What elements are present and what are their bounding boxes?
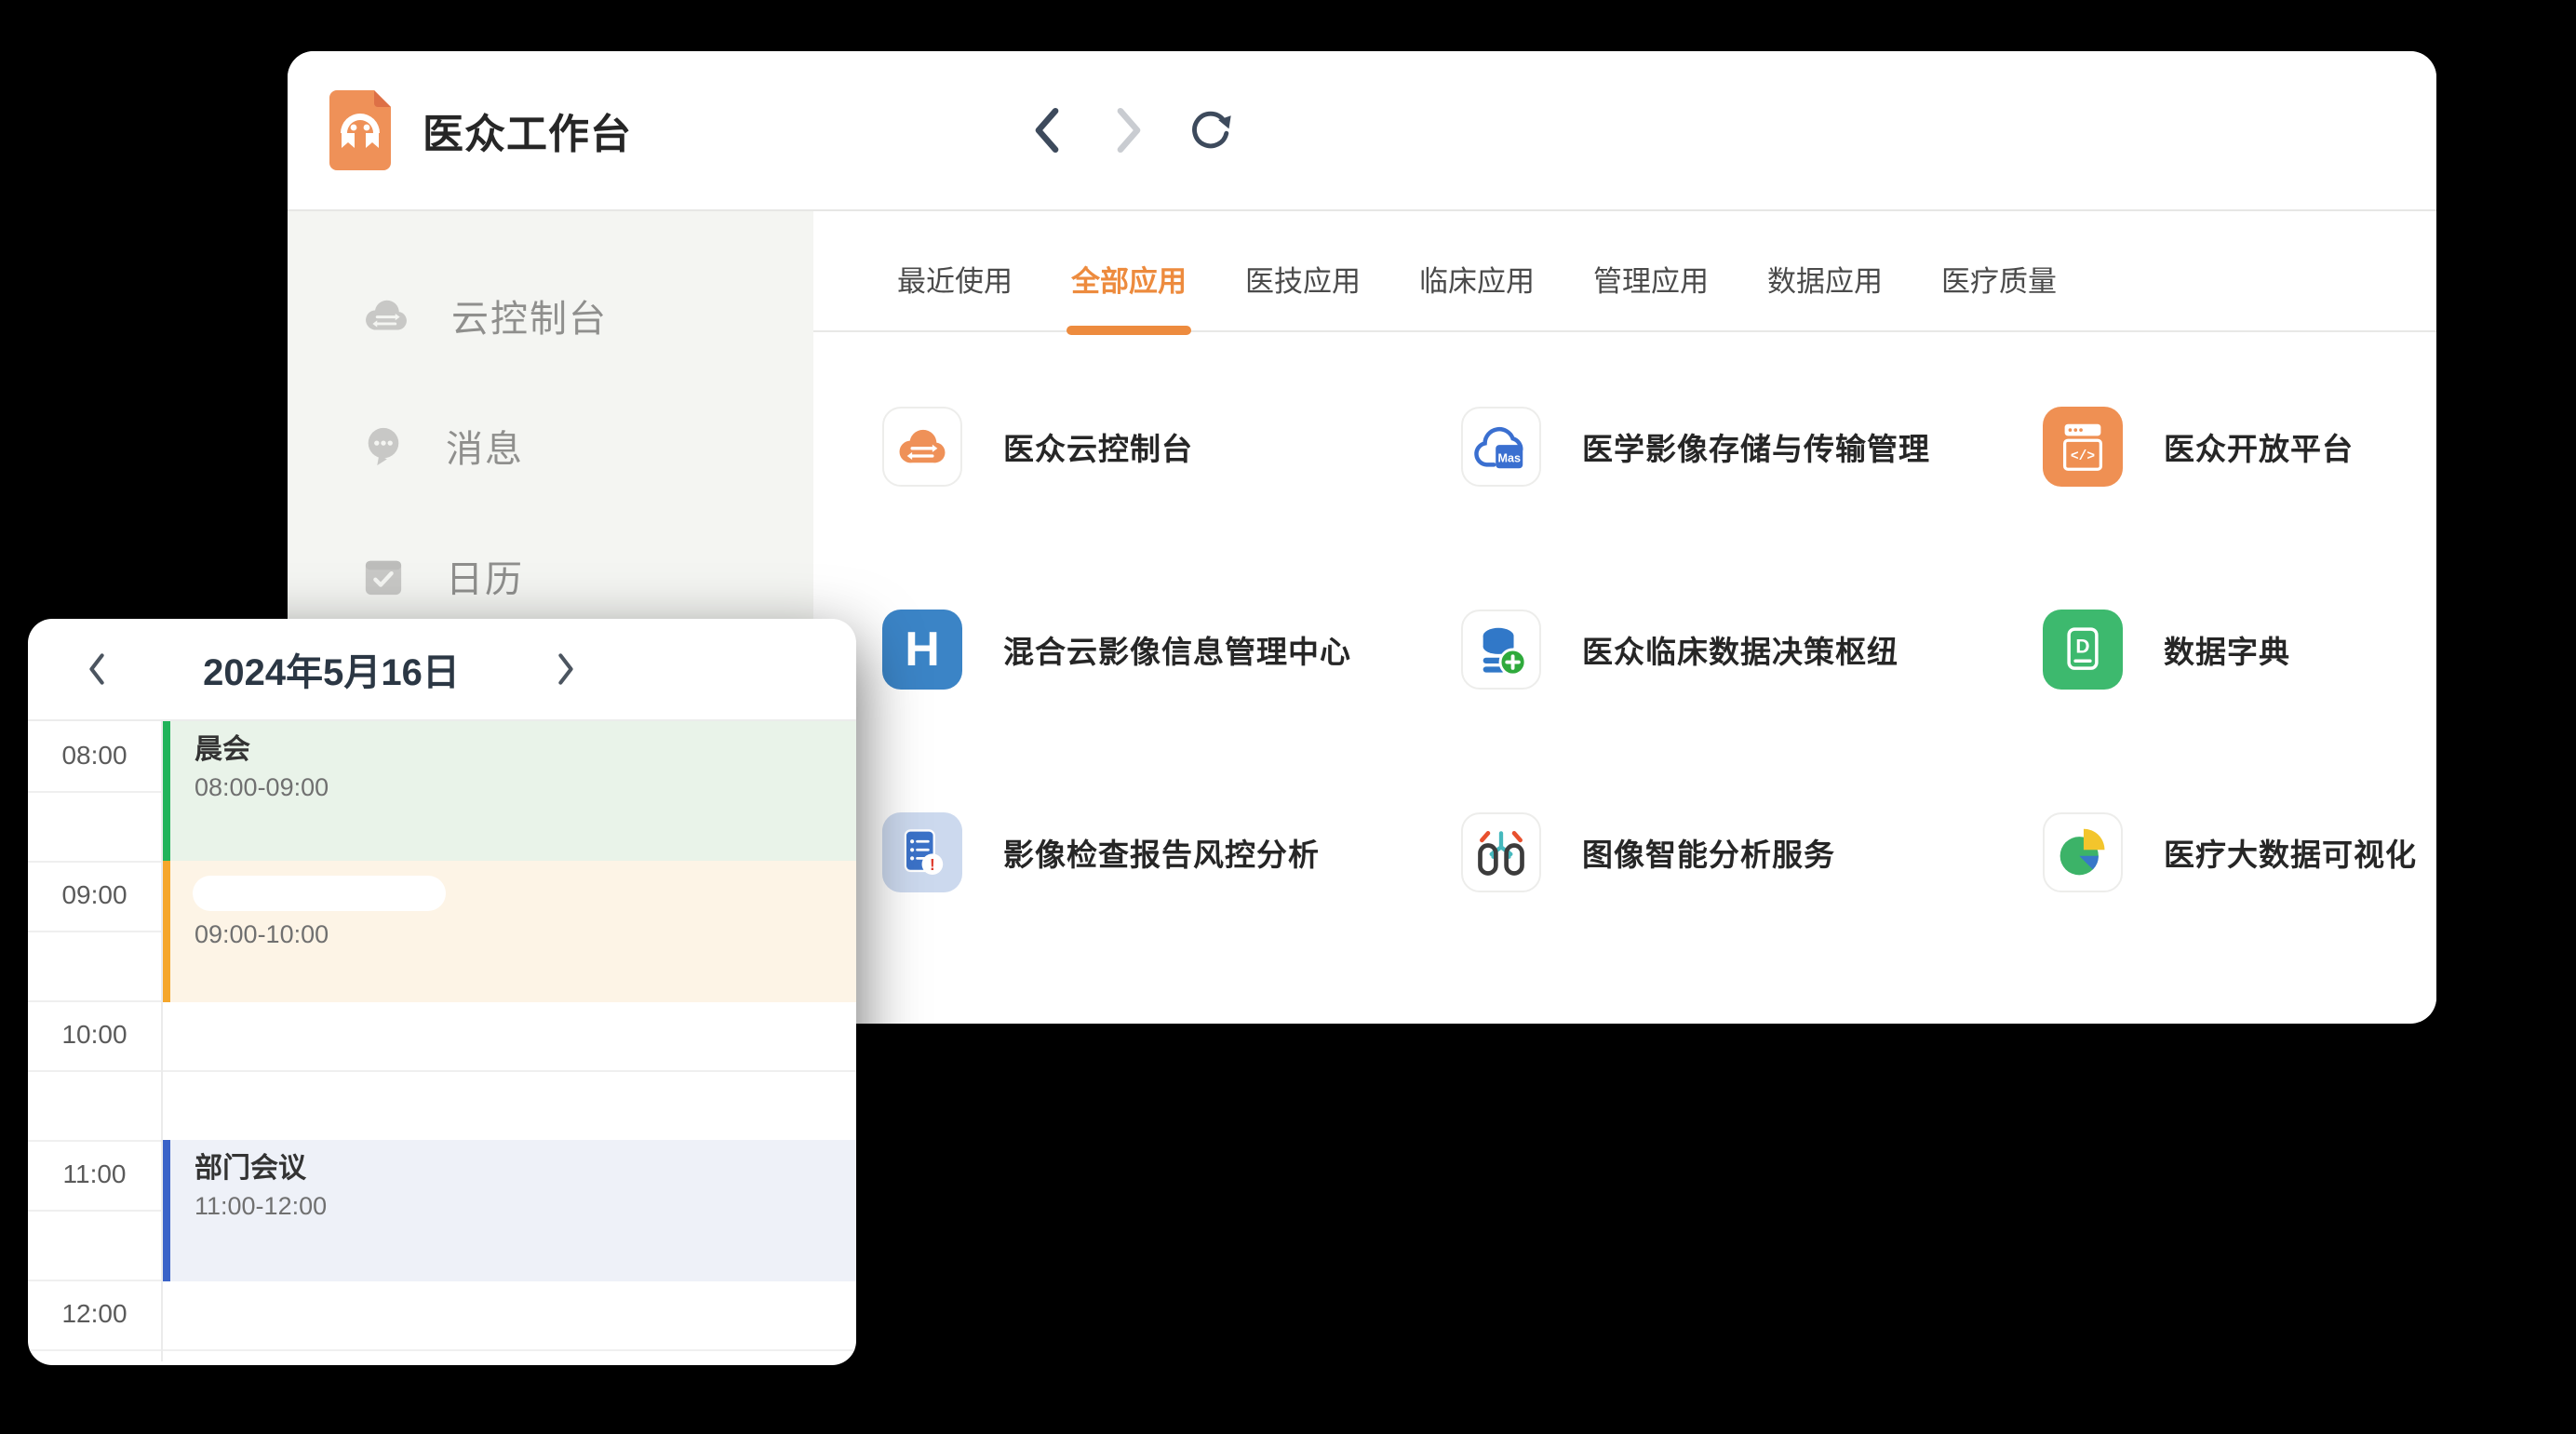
- app-big-data-visualization[interactable]: 医疗大数据可视化: [2043, 812, 2436, 892]
- dictionary-book-icon: D: [2057, 622, 2109, 677]
- chevron-right-icon: [1113, 106, 1145, 154]
- svg-text:</>: </>: [2071, 449, 2095, 464]
- sidebar-item-messages[interactable]: 消息: [288, 381, 813, 511]
- grid-line: [28, 1349, 856, 1351]
- calendar-prev-day-button[interactable]: [76, 649, 117, 690]
- cloud-settings-icon: [895, 424, 949, 469]
- event-time: 09:00-10:00: [195, 920, 856, 949]
- chevron-right-icon: [554, 652, 578, 686]
- time-label: 11:00: [28, 1159, 161, 1190]
- event-title: 晨会: [195, 734, 856, 766]
- sidebar-item-cloud-console[interactable]: 云控制台: [288, 250, 813, 381]
- tab-recent[interactable]: 最近使用: [897, 261, 1013, 302]
- calendar-icon: [362, 556, 405, 596]
- app-clinical-data-hub[interactable]: 医众临床数据决策枢纽: [1461, 610, 2043, 690]
- chevron-left-icon: [1031, 106, 1063, 154]
- letter-h-icon: H: [905, 622, 940, 677]
- tab-quality[interactable]: 医疗质量: [1941, 261, 2057, 302]
- grid-line: [28, 1070, 856, 1072]
- calendar-event-redacted[interactable]: 09:00-10:00: [163, 861, 856, 1002]
- message-icon: [362, 423, 405, 468]
- calendar-next-day-button[interactable]: [545, 649, 586, 690]
- refresh-icon: [1187, 106, 1235, 154]
- app-open-platform[interactable]: </> 医众开放平台: [2043, 407, 2436, 487]
- app-pacs[interactable]: Mas 医学影像存储与传输管理: [1461, 407, 2043, 487]
- app-data-dictionary[interactable]: D 数据字典: [2043, 610, 2436, 690]
- svg-text:Mas: Mas: [1497, 451, 1520, 464]
- forward-button[interactable]: [1105, 106, 1153, 154]
- app-label: 影像检查报告风控分析: [1003, 830, 1320, 875]
- tab-medtech[interactable]: 医技应用: [1245, 261, 1361, 302]
- app-image-ai-analysis[interactable]: 图像智能分析服务: [1461, 812, 2043, 892]
- app-logo-icon: [329, 90, 391, 170]
- chevron-left-icon: [85, 652, 109, 686]
- time-label: 10:00: [28, 1019, 161, 1051]
- content-area: 最近使用 全部应用 医技应用 临床应用 管理应用 数据应用 医疗质量: [813, 211, 2436, 1022]
- tab-all-apps[interactable]: 全部应用: [1071, 261, 1187, 302]
- svg-text:!: !: [930, 855, 935, 874]
- app-label: 混合云影像信息管理中心: [1003, 627, 1351, 672]
- database-plus-icon: [1474, 622, 1528, 677]
- event-title-redacted: [193, 876, 446, 911]
- sidebar-item-label: 消息: [446, 419, 524, 473]
- app-grid: 医众云控制台 Mas 医学影像存储与传输管理: [813, 332, 2436, 892]
- app-label: 医众云控制台: [1003, 424, 1193, 469]
- window-header: 医众工作台: [288, 51, 2436, 211]
- pacs-cloud-icon: Mas: [1472, 418, 1530, 476]
- calendar-header: 2024年5月16日: [28, 619, 856, 721]
- tab-data[interactable]: 数据应用: [1767, 261, 1883, 302]
- event-title: 部门会议: [195, 1153, 856, 1185]
- event-time: 08:00-09:00: [195, 773, 856, 802]
- app-label: 医学影像存储与传输管理: [1582, 424, 1930, 469]
- app-label: 数据字典: [2164, 627, 2290, 672]
- lungs-icon: [1473, 824, 1529, 880]
- tab-bar: 最近使用 全部应用 医技应用 临床应用 管理应用 数据应用 医疗质量: [813, 211, 2436, 332]
- cloud-console-icon: [362, 295, 410, 336]
- calendar-event-department-meeting[interactable]: 部门会议 11:00-12:00: [163, 1140, 856, 1281]
- tab-clinical[interactable]: 临床应用: [1419, 261, 1535, 302]
- window-title: 医众工作台: [423, 101, 632, 160]
- desktop-background: 医众工作台: [0, 0, 2576, 1434]
- calendar-event-morning-meeting[interactable]: 晨会 08:00-09:00: [163, 721, 856, 861]
- nav-controls: [1023, 106, 1235, 154]
- app-label: 医众开放平台: [2164, 424, 2354, 469]
- time-label: 12:00: [28, 1298, 161, 1330]
- tab-management[interactable]: 管理应用: [1593, 261, 1709, 302]
- time-label: 08:00: [28, 740, 161, 771]
- code-window-icon: </>: [2057, 418, 2109, 476]
- svg-text:D: D: [2075, 637, 2089, 658]
- app-label: 医疗大数据可视化: [2164, 830, 2417, 875]
- pie-chart-icon: [2055, 824, 2111, 880]
- report-alert-icon: !: [895, 825, 949, 879]
- back-button[interactable]: [1023, 106, 1071, 154]
- app-label: 医众临床数据决策枢纽: [1582, 627, 1898, 672]
- app-hybrid-cloud-imaging[interactable]: H 混合云影像信息管理中心: [882, 610, 1461, 690]
- app-cloud-console[interactable]: 医众云控制台: [882, 407, 1461, 487]
- sidebar-item-label: 云控制台: [451, 288, 608, 342]
- time-label: 09:00: [28, 879, 161, 911]
- app-label: 图像智能分析服务: [1582, 830, 1835, 875]
- app-report-risk-analysis[interactable]: ! 影像检查报告风控分析: [882, 812, 1461, 892]
- refresh-button[interactable]: [1187, 106, 1235, 154]
- event-time: 11:00-12:00: [195, 1192, 856, 1221]
- sidebar-item-label: 日历: [446, 549, 524, 603]
- calendar-popup: 2024年5月16日 08:00 09:00 10:00 11:00 12:00: [28, 619, 856, 1365]
- calendar-body: 08:00 09:00 10:00 11:00 12:00 晨会 08:00-0…: [28, 721, 856, 1361]
- calendar-date-label: 2024年5月16日: [117, 642, 545, 696]
